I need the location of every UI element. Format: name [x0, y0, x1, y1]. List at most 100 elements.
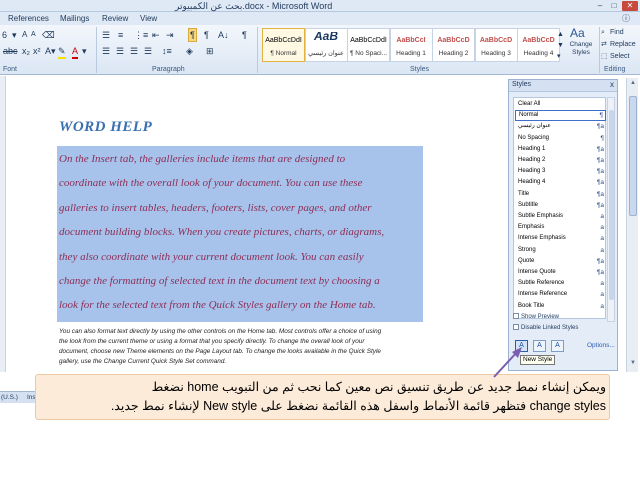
style-list-item[interactable]: Heading 3 ¶a — [515, 166, 606, 177]
manage-styles-button[interactable]: A — [551, 340, 564, 352]
style-list-item[interactable]: Intense Reference a — [515, 289, 606, 300]
minimize-button[interactable]: – — [594, 1, 606, 11]
tab-mailings[interactable]: Mailings — [60, 12, 89, 25]
gallery-more-icon[interactable]: ▾ — [557, 51, 561, 63]
quick-style-tile[interactable]: AaBbCcDdI ¶ No Spaci... — [347, 28, 390, 62]
ltr-direction-icon[interactable]: ¶ — [188, 28, 197, 42]
quick-style-tile[interactable]: AaBbCcI Heading 1 — [389, 28, 433, 62]
checkbox-icon[interactable] — [513, 324, 519, 330]
scroll-up-icon[interactable]: ▲ — [627, 80, 639, 86]
help-icon[interactable]: ⓘ — [622, 12, 630, 25]
language-indicator[interactable]: (U.S.) — [1, 392, 18, 404]
rtl-direction-icon[interactable]: ¶ — [204, 29, 209, 41]
close-button[interactable]: ✕ — [622, 1, 638, 11]
style-list-item[interactable]: Intense Quote ¶a — [515, 267, 606, 278]
replace-button[interactable]: Replace — [610, 39, 636, 51]
quick-style-tile[interactable]: AaBbCcDdI ¶ Normal — [262, 28, 305, 62]
scroll-down-icon[interactable]: ▼ — [627, 360, 639, 366]
checkbox-icon[interactable] — [513, 313, 519, 319]
font-size-box[interactable]: 6 — [2, 29, 7, 41]
close-icon[interactable]: x — [610, 80, 614, 89]
change-styles-icon[interactable]: Aa — [570, 27, 585, 39]
style-list-item[interactable]: Clear All — [515, 99, 606, 110]
font-color-dropdown-icon[interactable]: ▾ — [82, 45, 87, 57]
clear-format-icon[interactable]: ⌫ — [42, 29, 55, 41]
numbering-icon[interactable]: ≡ — [118, 29, 123, 41]
line-spacing-icon[interactable]: ↕≡ — [162, 45, 172, 57]
scrollbar-thumb[interactable] — [629, 96, 637, 216]
borders-icon[interactable]: ⊞ — [206, 45, 214, 57]
shrink-font-icon[interactable]: A — [31, 29, 36, 41]
style-list-item[interactable]: Subtle Reference a — [515, 278, 606, 289]
multilevel-list-icon[interactable]: ⋮≡ — [134, 29, 148, 41]
vertical-ruler — [0, 76, 6, 372]
style-list-item[interactable]: Book Title a — [515, 301, 606, 312]
document-scrollbar[interactable]: ▲ ▼ — [626, 78, 638, 372]
highlight-icon[interactable]: ✎ — [58, 45, 66, 59]
style-type-icon: ¶ — [599, 112, 604, 120]
text-effects-icon[interactable]: A▾ — [45, 45, 56, 57]
tab-review[interactable]: Review — [102, 12, 128, 25]
justify-icon[interactable]: ☰ — [144, 45, 152, 57]
style-list-item[interactable]: Subtitle ¶a — [515, 200, 606, 211]
style-inspector-button[interactable]: A — [533, 340, 546, 352]
options-link[interactable]: Options... — [587, 342, 615, 349]
shading-icon[interactable]: ◈ — [186, 45, 193, 57]
tab-view[interactable]: View — [140, 12, 157, 25]
scrollbar-thumb[interactable] — [609, 110, 614, 300]
quick-style-name: عنوان رئيسي — [308, 50, 344, 57]
style-list-item[interactable]: Title ¶a — [515, 189, 606, 200]
selected-paragraph[interactable]: On the Insert tab, the galleries include… — [59, 147, 421, 318]
align-right-icon[interactable]: ☰ — [130, 45, 138, 57]
decrease-indent-icon[interactable]: ⇤ — [152, 29, 160, 41]
show-marks-icon[interactable]: ¶ — [242, 29, 247, 41]
grow-font-icon[interactable]: A — [22, 29, 27, 41]
select-icon[interactable]: ⬚ — [601, 51, 608, 63]
style-type-icon: ¶a — [596, 257, 604, 265]
style-list-item[interactable]: Heading 4 ¶a — [515, 177, 606, 188]
style-type-icon: ¶a — [596, 168, 604, 176]
replace-icon[interactable]: ⇄ — [601, 39, 607, 51]
align-left-icon[interactable]: ☰ — [102, 45, 110, 57]
style-list-item[interactable]: Emphasis a — [515, 222, 606, 233]
quick-style-tile[interactable]: AaBbCcD Heading 2 — [432, 28, 475, 62]
style-list-item[interactable]: Subtle Emphasis a — [515, 211, 606, 222]
quick-style-sample: AaBbCcDdI — [265, 37, 302, 44]
bullets-icon[interactable]: ☰ — [102, 29, 110, 41]
font-color-icon[interactable]: A — [72, 45, 79, 59]
tab-references[interactable]: References — [8, 12, 49, 25]
body-paragraph[interactable]: You can also format text directly by usi… — [59, 327, 425, 367]
quick-style-sample: AaBbCcI — [396, 37, 426, 44]
quick-style-tile[interactable]: AaBbCcD Heading 4 — [517, 28, 560, 62]
style-item-label: Subtle Emphasis — [518, 213, 564, 219]
increase-indent-icon[interactable]: ⇥ — [166, 29, 174, 41]
quick-style-tile[interactable]: AaBbCcD Heading 3 — [474, 28, 518, 62]
style-list-item[interactable]: Heading 2 ¶a — [515, 155, 606, 166]
subscript-icon[interactable]: x₂ — [22, 45, 30, 57]
styles-list-scrollbar[interactable] — [607, 97, 615, 322]
sort-icon[interactable]: A↓ — [218, 29, 229, 41]
style-type-icon: a — [600, 246, 604, 254]
font-size-dropdown-icon[interactable]: ▾ — [12, 29, 17, 41]
superscript-icon[interactable]: x² — [33, 45, 41, 57]
strikethrough-icon[interactable]: abc — [3, 45, 18, 57]
find-icon[interactable]: ⌕ — [601, 27, 605, 39]
style-list-item[interactable]: No Spacing ¶ — [515, 133, 606, 144]
select-button[interactable]: Select — [610, 51, 629, 63]
style-list-item[interactable]: عنوان رئيسي ¶a — [515, 121, 606, 132]
style-list-item[interactable]: Strong a — [515, 245, 606, 256]
maximize-button[interactable]: □ — [608, 1, 620, 11]
quick-style-name: Heading 3 — [481, 50, 511, 57]
style-list-item[interactable]: Normal ¶ — [515, 110, 606, 122]
style-list-item[interactable]: Intense Emphasis a — [515, 233, 606, 244]
disable-linked-styles-checkbox[interactable]: Disable Linked Styles — [513, 324, 578, 333]
quick-style-tile[interactable]: AaB عنوان رئيسي — [304, 28, 348, 62]
style-item-label: Clear All — [518, 101, 541, 107]
find-button[interactable]: Find — [610, 27, 624, 39]
style-list-item[interactable]: Quote ¶a — [515, 256, 606, 267]
show-preview-checkbox[interactable]: Show Preview — [513, 313, 559, 322]
align-center-icon[interactable]: ☰ — [116, 45, 124, 57]
style-type-icon: a — [600, 213, 604, 220]
style-list-item[interactable]: Heading 1 ¶a — [515, 144, 606, 155]
change-styles-button[interactable]: Change Styles — [566, 41, 596, 57]
